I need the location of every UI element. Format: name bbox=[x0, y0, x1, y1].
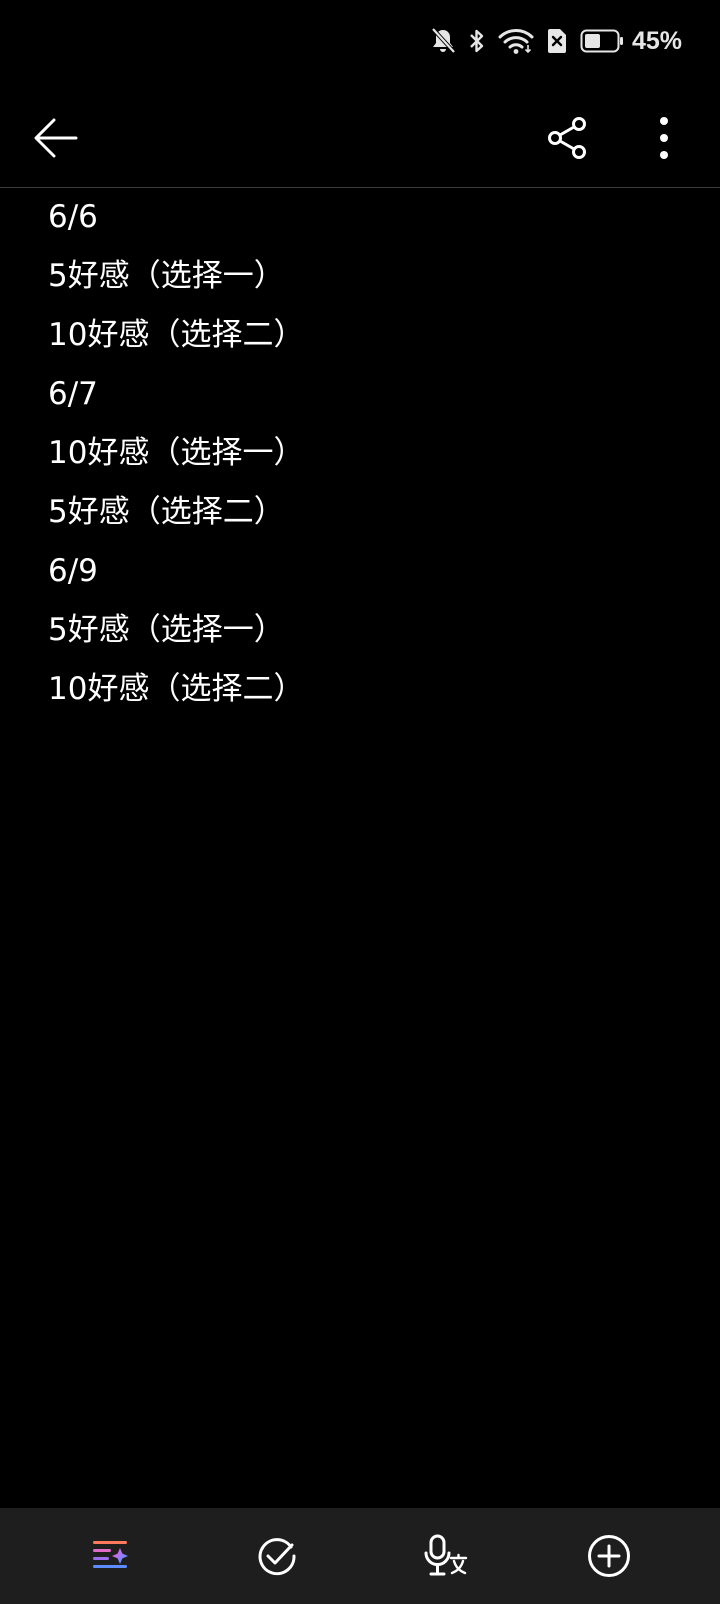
bell-off-icon bbox=[430, 27, 456, 55]
battery-icon bbox=[580, 28, 624, 54]
note-line[interactable]: 10好感（选择二） bbox=[48, 665, 688, 724]
header-divider bbox=[0, 187, 720, 188]
bluetooth-icon bbox=[468, 27, 486, 55]
note-line[interactable]: 10好感（选择一） bbox=[48, 429, 688, 488]
voice-to-text-icon bbox=[424, 1534, 468, 1576]
wifi-icon bbox=[498, 27, 534, 55]
back-button[interactable] bbox=[24, 106, 88, 170]
back-arrow-icon bbox=[34, 118, 78, 158]
status-bar: 45% bbox=[0, 0, 720, 84]
battery-percent: 45% bbox=[631, 26, 682, 55]
add-button[interactable] bbox=[579, 1526, 639, 1586]
no-sim-icon bbox=[546, 27, 568, 55]
share-button[interactable] bbox=[536, 106, 600, 170]
note-line[interactable]: 6/9 bbox=[48, 547, 688, 606]
share-icon bbox=[548, 117, 586, 159]
ai-format-icon bbox=[93, 1541, 128, 1568]
note-line[interactable]: 5好感（选择二） bbox=[48, 488, 688, 547]
ai-format-button[interactable] bbox=[81, 1526, 141, 1586]
note-line[interactable]: 10好感（选择二） bbox=[48, 311, 688, 370]
note-line[interactable]: 6/7 bbox=[48, 370, 688, 429]
bottom-toolbar bbox=[0, 1508, 720, 1604]
more-vertical-icon bbox=[660, 117, 668, 159]
note-editor[interactable]: 6/6 5好感（选择一） 10好感（选择二） 6/7 10好感（选择一） 5好感… bbox=[48, 193, 688, 724]
checklist-icon bbox=[258, 1538, 296, 1576]
note-line[interactable]: 5好感（选择一） bbox=[48, 252, 688, 311]
voice-to-text-button[interactable] bbox=[416, 1526, 476, 1586]
note-line[interactable]: 6/6 bbox=[48, 193, 688, 252]
add-icon bbox=[588, 1535, 630, 1577]
checklist-button[interactable] bbox=[247, 1526, 307, 1586]
more-options-button[interactable] bbox=[632, 106, 696, 170]
note-line[interactable]: 5好感（选择一） bbox=[48, 606, 688, 665]
status-icons: 45% bbox=[430, 24, 682, 58]
top-app-bar bbox=[0, 96, 720, 188]
